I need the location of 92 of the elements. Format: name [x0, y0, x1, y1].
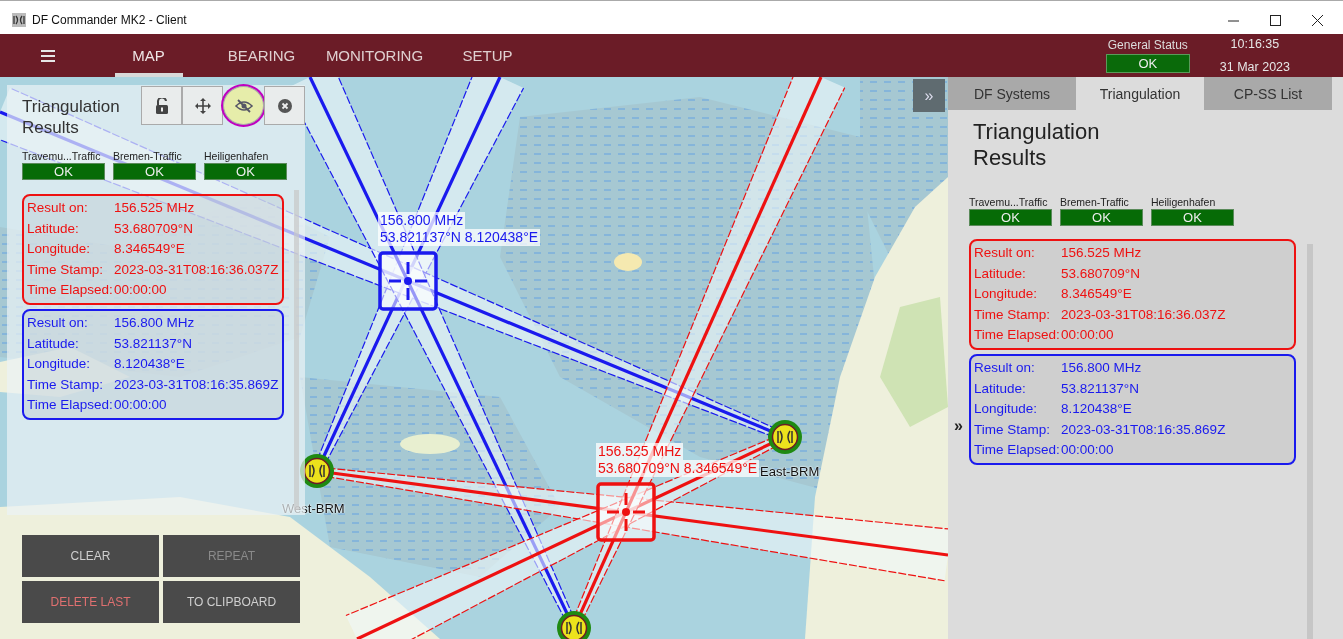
system-name: Bremen-Traffic	[113, 150, 183, 163]
field-label: Result on:	[27, 313, 89, 332]
field-label: Latitude:	[27, 334, 80, 353]
padlock-icon	[154, 97, 169, 114]
field-label: Longitude:	[974, 285, 1039, 304]
status-indicator: OK	[1060, 209, 1143, 226]
panel-title: Triangulation Results	[972, 119, 1101, 171]
field-label: Time Elapsed:	[974, 441, 1061, 460]
field-value: 8.120438°E	[1061, 400, 1132, 419]
station-icon[interactable]	[768, 420, 802, 454]
panel-tab[interactable]: CP-SS List	[1204, 77, 1332, 110]
field-label: Result on:	[974, 244, 1036, 262]
system-name: Bremen-Traffic	[1060, 196, 1130, 209]
clock-time: 10:16:35	[1230, 37, 1280, 51]
target-marker[interactable]	[596, 482, 656, 542]
status-label: General Status	[1107, 38, 1188, 52]
hide-icon	[234, 98, 253, 113]
field-label: Longitude:	[27, 355, 92, 374]
close-icon	[277, 98, 292, 113]
move-icon	[194, 97, 211, 114]
lock-button[interactable]	[141, 86, 182, 125]
field-label: Time Elapsed:	[27, 281, 114, 300]
field-label: Time Stamp:	[27, 260, 105, 279]
field-value: 00:00:00	[114, 281, 167, 300]
status-indicator: OK	[22, 163, 105, 180]
collapse-button[interactable]: »	[913, 79, 945, 112]
sandbank-area	[614, 253, 642, 271]
move-button[interactable]	[182, 86, 223, 125]
nav-tab[interactable]: MONITORING	[318, 34, 431, 77]
nav-tab[interactable]: BEARING	[205, 34, 318, 77]
island-area	[400, 434, 460, 454]
close-button[interactable]	[264, 86, 305, 125]
system-name: Travemu...Traffic	[969, 196, 1049, 209]
field-label: Latitude:	[974, 379, 1027, 398]
nav-tab[interactable]: SETUP	[431, 34, 544, 77]
field-value: 156.525 MHz	[114, 199, 195, 217]
field-value: 2023-03-31T08:16:36.037Z	[114, 260, 279, 279]
field-value: 8.346549°E	[1061, 285, 1132, 304]
status-indicator: OK	[113, 163, 196, 180]
hide-button[interactable]	[223, 86, 264, 125]
status-indicator: OK	[1105, 54, 1190, 73]
field-value: 53.680709°N	[1061, 264, 1140, 283]
target-position: 53.821137°N 8.120438°E	[378, 229, 541, 246]
menu-icon[interactable]	[41, 49, 55, 62]
field-label: Latitude:	[27, 219, 80, 238]
field-label: Time Stamp:	[27, 375, 105, 394]
target-marker[interactable]	[378, 251, 438, 311]
field-value: 2023-03-31T08:16:35.869Z	[1061, 420, 1226, 439]
field-label: Time Stamp:	[974, 305, 1052, 324]
target-frequency: 156.800 MHz	[378, 212, 466, 229]
field-value: 00:00:00	[1061, 326, 1114, 345]
status-indicator: OK	[969, 209, 1052, 226]
expand-button[interactable]: »	[952, 417, 965, 435]
target-position: 53.680709°N 8.346549°E	[596, 460, 760, 477]
field-value: 53.821137°N	[1061, 379, 1139, 398]
target-frequency: 156.525 MHz	[596, 443, 684, 460]
field-value: 53.821137°N	[114, 334, 192, 353]
maximize-icon[interactable]	[1270, 14, 1281, 26]
field-value: 2023-03-31T08:16:35.869Z	[114, 375, 279, 394]
station-label: West-BRM	[282, 501, 345, 516]
field-label: Longitude:	[27, 240, 92, 259]
field-value: 53.680709°N	[114, 219, 193, 238]
field-label: Result on:	[974, 358, 1036, 377]
clock-date: 31 Mar 2023	[1219, 60, 1290, 74]
status-indicator: OK	[1151, 209, 1234, 226]
field-value: 8.120438°E	[114, 355, 185, 374]
panel-title: Triangulation Results	[22, 96, 121, 138]
close-icon[interactable]	[1312, 14, 1323, 26]
field-label: Longitude:	[974, 400, 1039, 419]
field-value: 156.800 MHz	[1061, 358, 1142, 377]
status-indicator: OK	[204, 163, 287, 180]
field-value: 00:00:00	[114, 396, 167, 415]
field-label: Time Elapsed:	[974, 326, 1061, 345]
field-value: 00:00:00	[1061, 441, 1114, 460]
field-value: 156.800 MHz	[114, 313, 195, 332]
field-label: Time Stamp:	[974, 420, 1052, 439]
station-label: East-BRM	[760, 464, 820, 479]
system-name: Heiligenhafen	[204, 150, 270, 163]
station-icon[interactable]	[557, 611, 591, 639]
system-name: Travemu...Traffic	[22, 150, 102, 163]
field-label: Result on:	[27, 199, 89, 217]
panel-tab[interactable]: DF Systems	[948, 77, 1076, 110]
field-value: 156.525 MHz	[1061, 244, 1142, 262]
app-logo-icon	[12, 13, 26, 27]
window-title: DF Commander MK2 - Client	[32, 13, 187, 27]
field-value: 2023-03-31T08:16:36.037Z	[1061, 305, 1226, 324]
field-value: 8.346549°E	[114, 240, 185, 259]
action-button[interactable]: TO CLIPBOARD	[163, 581, 300, 623]
field-label: Latitude:	[974, 264, 1027, 283]
field-label: Time Elapsed:	[27, 396, 114, 415]
action-button[interactable]: CLEAR	[22, 535, 159, 577]
system-name: Heiligenhafen	[1151, 196, 1217, 209]
